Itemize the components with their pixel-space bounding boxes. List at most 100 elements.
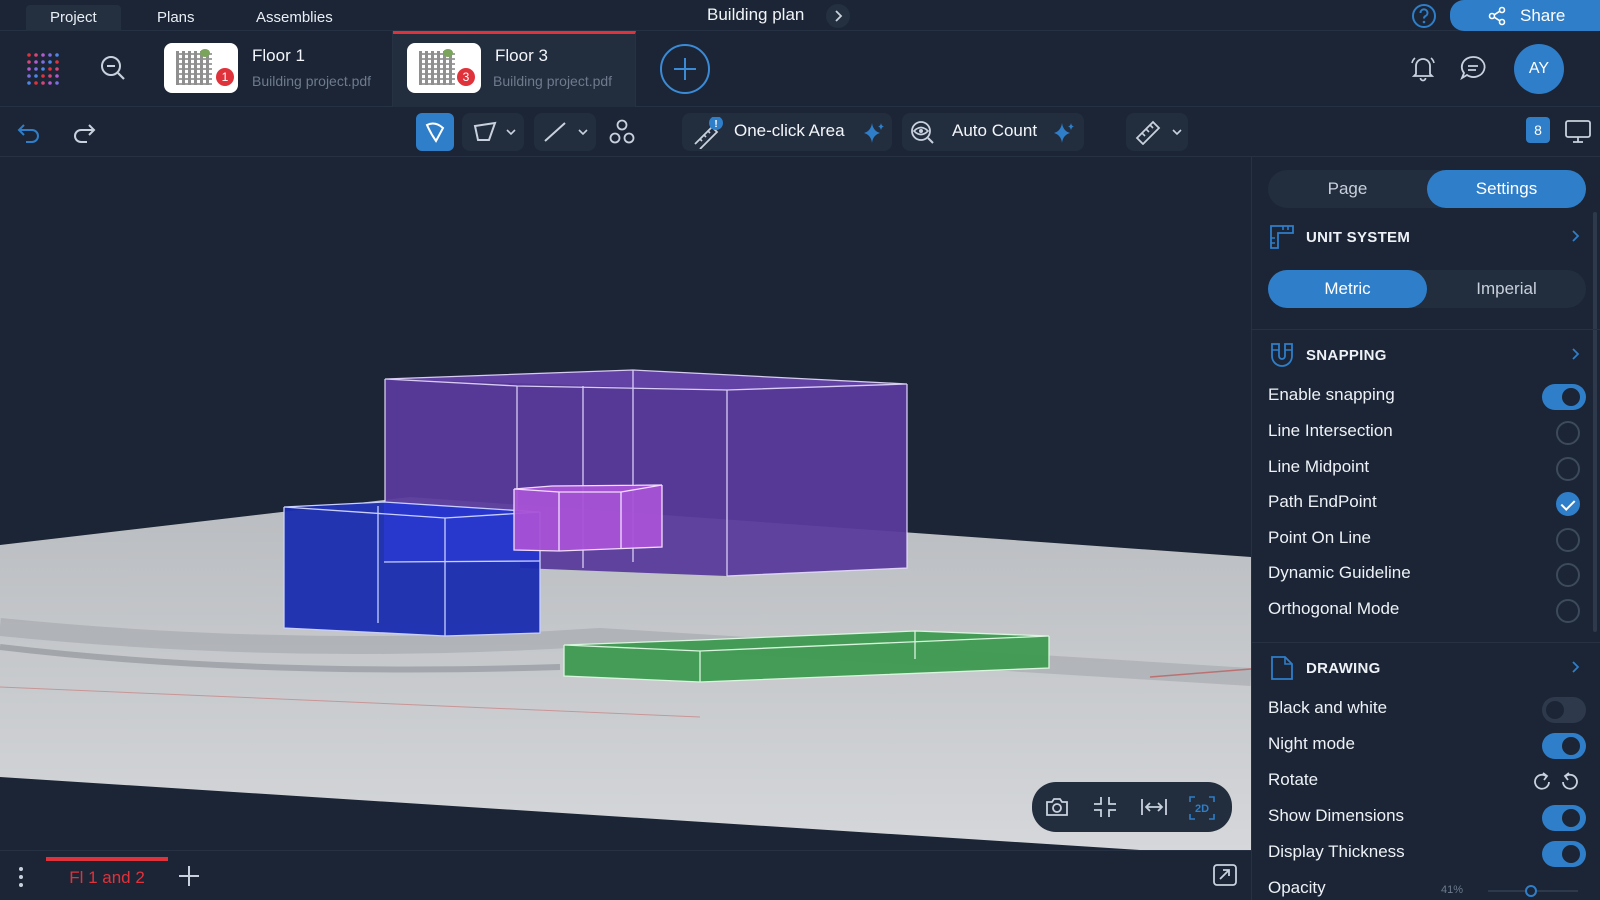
ruler-icon	[1135, 120, 1161, 145]
file-tab-floor-3[interactable]: 3 Floor 3 Building project.pdf	[393, 31, 636, 107]
expand-panel-icon[interactable]	[1211, 862, 1239, 893]
redo-icon[interactable]	[70, 118, 98, 146]
black-and-white-label: Black and white	[1268, 698, 1388, 717]
add-file-button[interactable]	[660, 44, 710, 94]
file-bar: 1 Floor 1 Building project.pdf 3 Floor 3…	[0, 31, 1600, 107]
share-label: Share	[1520, 5, 1566, 25]
snap-option-checkbox[interactable]	[1556, 598, 1580, 623]
snap-option-label: Line Midpoint	[1268, 456, 1370, 476]
rotate-clockwise-icon[interactable]	[1530, 770, 1554, 799]
magnet-icon	[1268, 341, 1296, 374]
area-polygon-icon	[473, 121, 497, 141]
display-thickness-toggle[interactable]	[1542, 841, 1586, 867]
notification-bell-icon[interactable]	[1408, 53, 1438, 88]
rotate-counterclockwise-icon[interactable]	[1558, 770, 1582, 799]
file-subtitle: Building project.pdf	[252, 73, 372, 89]
unit-system-title: UNIT SYSTEM	[1306, 229, 1411, 246]
rotate-row: Rotate	[1268, 766, 1586, 796]
black-and-white-row: Black and white	[1268, 694, 1586, 724]
snap-option-checkbox[interactable]	[1556, 421, 1580, 445]
divider	[1252, 329, 1600, 330]
chevron-right-icon	[1570, 660, 1580, 679]
blue-volume[interactable]	[283, 501, 541, 637]
file-tab-floor-1[interactable]: 1 Floor 1 Building project.pdf	[150, 31, 393, 107]
snap-option-checkbox[interactable]	[1556, 492, 1580, 516]
panel-scrollbar[interactable]	[1593, 212, 1597, 632]
pink-volume[interactable]	[513, 484, 663, 552]
share-button[interactable]: Share	[1450, 0, 1600, 31]
select-tool-button[interactable]	[416, 113, 454, 151]
chevron-down-icon	[506, 129, 516, 136]
snap-option-label: Orthogonal Mode	[1268, 598, 1400, 618]
file-badge: 1	[216, 68, 234, 86]
sparkle-icon	[1054, 123, 1074, 143]
snapping-header[interactable]: SNAPPING	[1268, 341, 1586, 371]
ruler-tool-group[interactable]	[1126, 113, 1188, 151]
one-click-area-label: One-click Area	[734, 121, 845, 140]
tab-settings[interactable]: Settings	[1427, 170, 1586, 208]
chevron-down-icon	[1172, 129, 1182, 136]
show-dimensions-row: Show Dimensions	[1268, 802, 1586, 832]
more-vertical-icon[interactable]	[18, 866, 24, 893]
tab-plans[interactable]: Plans	[133, 5, 219, 31]
file-badge: 3	[457, 68, 475, 86]
display-thickness-row: Display Thickness	[1268, 838, 1586, 868]
measurement-count-badge[interactable]: 8	[1526, 117, 1550, 143]
help-icon[interactable]	[1411, 3, 1437, 29]
unit-metric-option[interactable]: Metric	[1268, 270, 1427, 308]
night-mode-label: Night mode	[1268, 734, 1355, 753]
svg-text:!: !	[714, 119, 717, 130]
count-tool-icon[interactable]	[605, 115, 639, 149]
snap-option-row: Orthogonal Mode	[1268, 595, 1586, 625]
tab-project[interactable]: Project	[26, 5, 121, 31]
user-avatar[interactable]: AY	[1514, 44, 1564, 94]
drawing-title: DRAWING	[1306, 660, 1381, 677]
collapse-icon[interactable]	[1092, 795, 1118, 824]
fit-width-icon[interactable]	[1140, 795, 1168, 824]
document-icon	[1268, 654, 1296, 687]
tab-assemblies[interactable]: Assemblies	[232, 5, 357, 31]
comments-icon[interactable]	[1458, 53, 1488, 88]
snap-option-checkbox[interactable]	[1556, 456, 1580, 481]
view-controls: 2D	[1032, 782, 1232, 832]
opacity-row: Opacity 41%	[1268, 874, 1586, 900]
page-tab-fl-1-and-2[interactable]: Fl 1 and 2	[46, 857, 168, 895]
snap-option-row: Point On Line	[1268, 524, 1586, 554]
divider	[1252, 642, 1600, 643]
top-bar: Project Plans Assemblies Building plan S…	[0, 0, 1600, 31]
unit-imperial-option[interactable]: Imperial	[1427, 270, 1586, 308]
drawing-header[interactable]: DRAWING	[1268, 654, 1586, 684]
zoom-search-icon[interactable]	[99, 54, 127, 87]
file-name: Floor 3	[495, 46, 548, 65]
snap-option-checkbox[interactable]	[1556, 527, 1580, 552]
3d-scene[interactable]	[0, 157, 1251, 850]
snap-option-row: Line Midpoint	[1268, 453, 1586, 483]
add-page-icon[interactable]	[177, 864, 201, 893]
line-tool-group[interactable]	[534, 113, 596, 151]
document-title-chevron-icon[interactable]	[826, 4, 850, 28]
sparkle-icon	[864, 123, 884, 143]
night-mode-row: Night mode	[1268, 730, 1586, 760]
one-click-area-button[interactable]: ! One-click Area	[682, 113, 892, 151]
unit-system-header[interactable]: UNIT SYSTEM	[1268, 223, 1586, 253]
black-and-white-toggle[interactable]	[1542, 697, 1586, 723]
snap-option-checkbox[interactable]	[1556, 563, 1580, 587]
camera-icon[interactable]	[1044, 795, 1070, 824]
show-dimensions-toggle[interactable]	[1542, 805, 1586, 831]
eye-scan-icon	[911, 121, 934, 144]
auto-count-button[interactable]: Auto Count	[902, 113, 1084, 151]
opacity-slider-knob[interactable]	[1525, 885, 1537, 897]
area-tool-group[interactable]	[462, 113, 524, 151]
apps-grid-icon[interactable]	[25, 51, 61, 92]
share-icon	[1488, 6, 1506, 26]
chevron-right-icon	[1570, 229, 1580, 248]
night-mode-toggle[interactable]	[1542, 733, 1586, 759]
undo-icon[interactable]	[15, 118, 43, 146]
3d-viewport[interactable]: 2D	[0, 157, 1251, 850]
view-mode-label: 2D	[1195, 803, 1209, 815]
tab-page[interactable]: Page	[1268, 170, 1427, 208]
view-2d-toggle[interactable]: 2D	[1188, 795, 1216, 826]
page-tab-bar: Fl 1 and 2	[0, 850, 1251, 900]
display-monitor-icon[interactable]	[1563, 117, 1593, 145]
enable-snapping-toggle[interactable]	[1542, 384, 1586, 410]
